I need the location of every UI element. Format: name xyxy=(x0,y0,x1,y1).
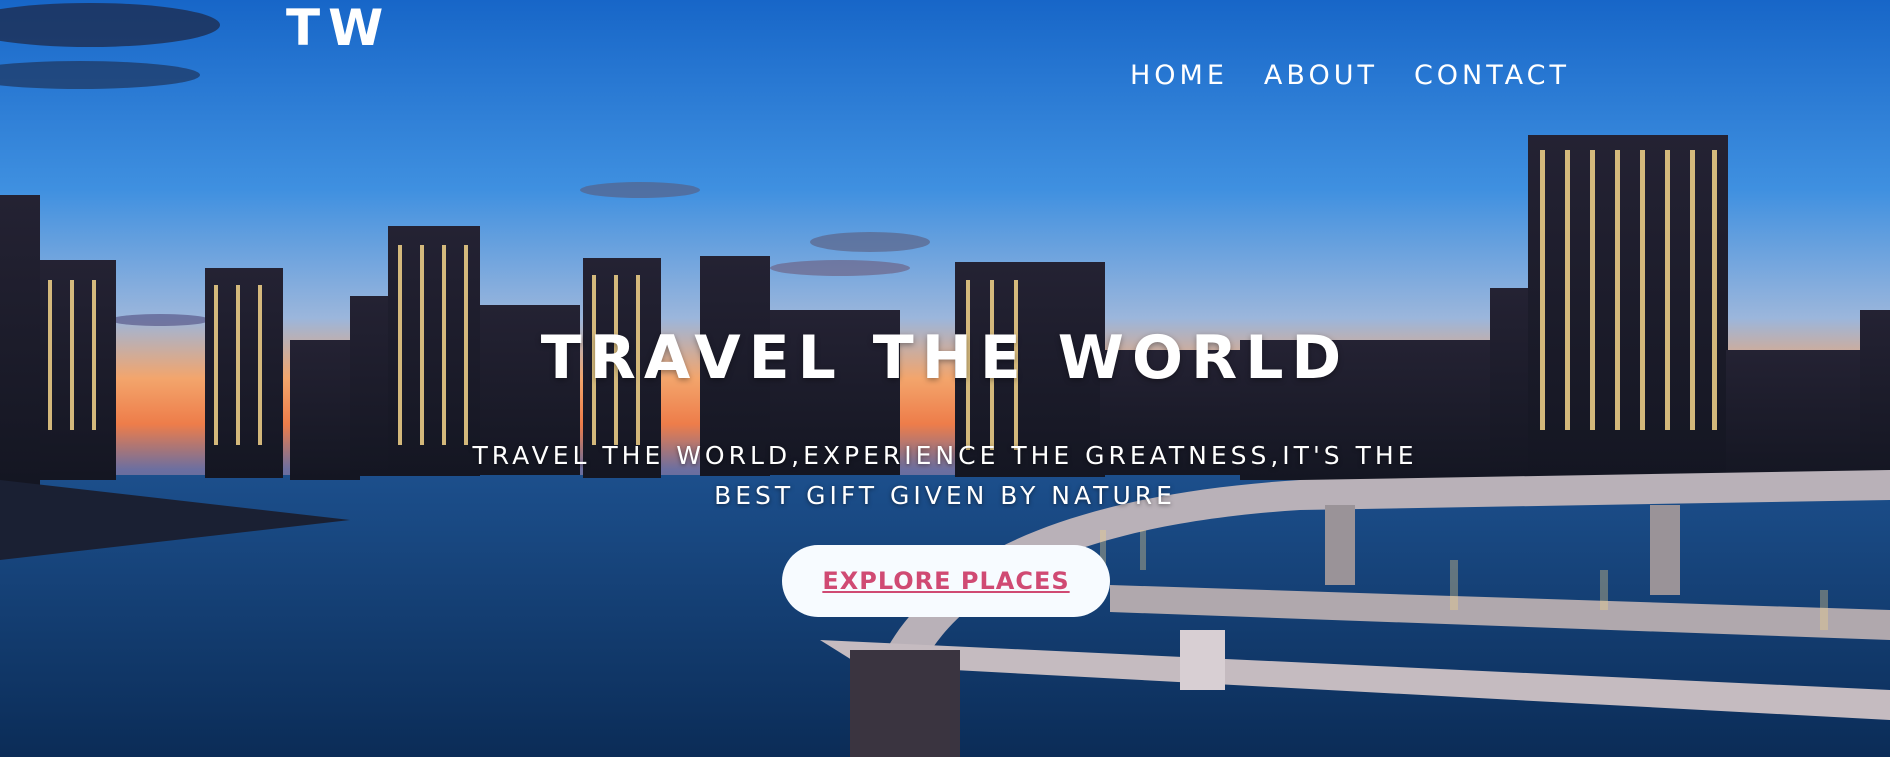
main-nav: HOME ABOUT CONTACT xyxy=(1130,56,1570,96)
nav-home-link[interactable]: HOME xyxy=(1130,56,1228,96)
explore-places-label: EXPLORE PLACES xyxy=(822,567,1070,595)
site-logo[interactable]: TW xyxy=(286,0,391,56)
hero-title: TRAVEL THE WORLD xyxy=(540,323,1350,393)
nav-about-link[interactable]: ABOUT xyxy=(1264,56,1378,96)
hero-section: TW HOME ABOUT CONTACT TRAVEL THE WORLD T… xyxy=(0,0,1890,757)
explore-places-button[interactable]: EXPLORE PLACES xyxy=(782,545,1110,617)
nav-contact-link[interactable]: CONTACT xyxy=(1414,56,1570,96)
hero-subtitle: TRAVEL THE WORLD,EXPERIENCE THE GREATNES… xyxy=(472,441,1418,510)
